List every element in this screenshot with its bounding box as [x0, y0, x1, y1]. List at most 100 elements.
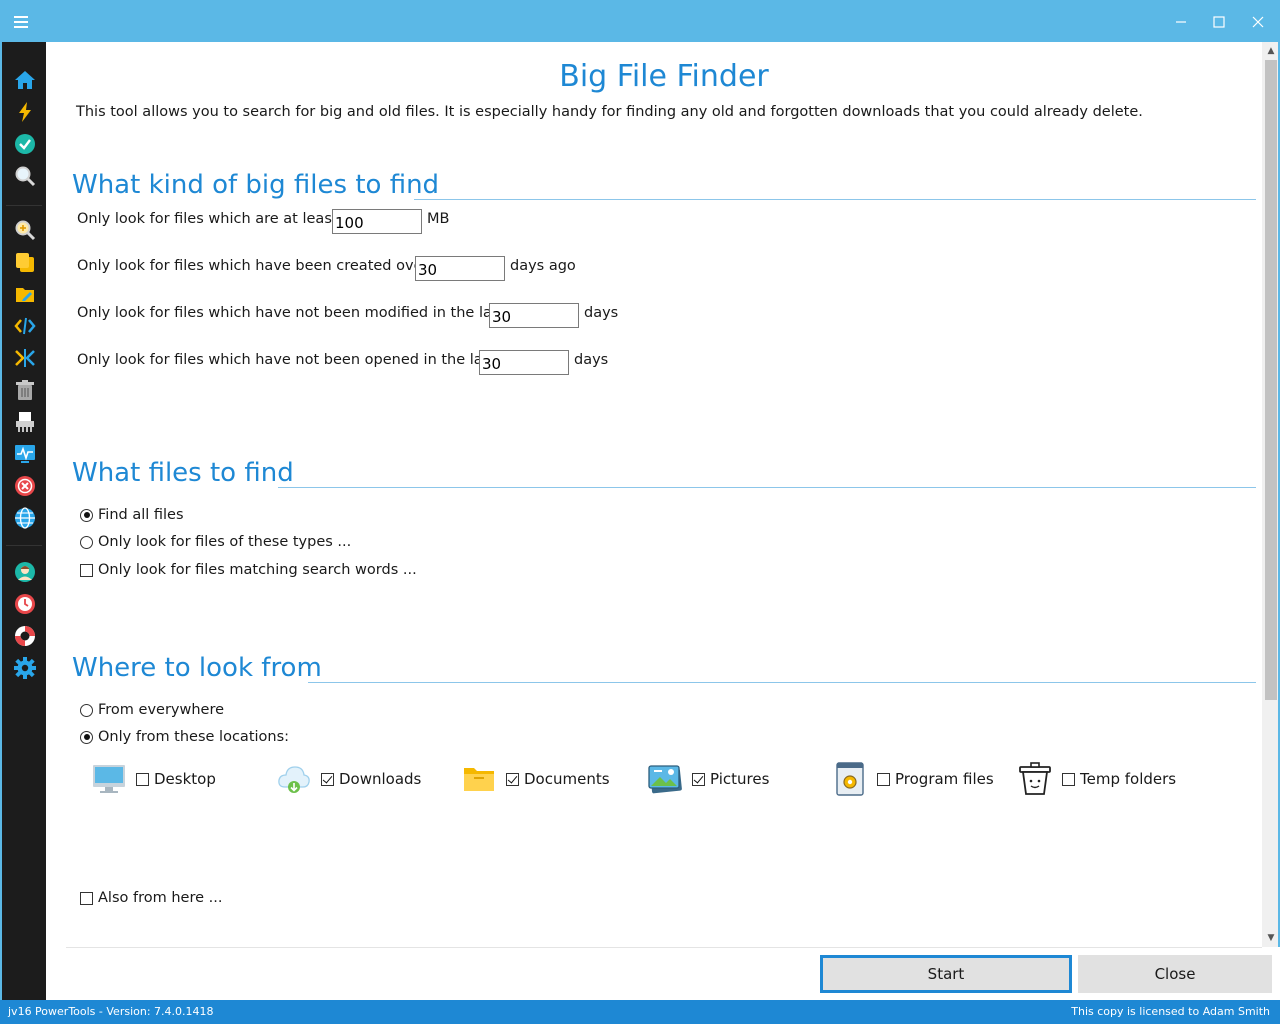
maximize-icon — [1213, 16, 1225, 28]
min-size-input[interactable] — [332, 209, 422, 234]
sidebar-divider — [6, 545, 42, 546]
option-label: Find all files — [98, 507, 184, 523]
location-documents[interactable]: Documents — [462, 762, 610, 796]
merge-arrows-icon[interactable] — [13, 346, 37, 370]
footer-divider — [66, 947, 1262, 948]
option-these-locations[interactable]: Only from these locations: — [80, 729, 289, 745]
trash-icon[interactable] — [13, 378, 37, 402]
opened-days-input[interactable] — [479, 350, 569, 375]
error-circle-icon[interactable] — [13, 474, 37, 498]
option-label: Only from these locations: — [98, 729, 290, 745]
section-divider — [414, 199, 1256, 200]
location-label: Documents — [524, 770, 610, 788]
checkbox-documents[interactable] — [506, 772, 519, 786]
modified-days-input[interactable] — [489, 303, 579, 328]
monitor-icon — [92, 762, 126, 796]
opened-label: Only look for files which have not been … — [77, 352, 496, 368]
vertical-scrollbar[interactable]: ▲ ▼ — [1262, 42, 1280, 947]
minimize-button[interactable] — [1165, 8, 1197, 36]
close-icon — [1252, 16, 1264, 28]
title-bar — [0, 0, 1280, 42]
scroll-down-icon[interactable]: ▼ — [1266, 933, 1276, 943]
program-files-icon — [833, 762, 867, 796]
clock-icon[interactable] — [13, 592, 37, 616]
lightning-icon[interactable] — [13, 100, 37, 124]
magnifier-plus-icon[interactable] — [13, 218, 37, 242]
close-button[interactable]: Close — [1078, 955, 1272, 993]
location-label: Program files — [895, 770, 994, 788]
copy-icon[interactable] — [13, 250, 37, 274]
hamburger-menu-icon[interactable] — [12, 13, 36, 31]
section-heading-what: What files to find — [72, 458, 294, 488]
location-label: Temp folders — [1080, 770, 1177, 788]
radio-everywhere[interactable] — [80, 703, 93, 717]
status-bar: jv16 PowerTools - Version: 7.4.0.1418 Th… — [0, 1000, 1280, 1024]
created-label: Only look for files which have been crea… — [77, 258, 429, 274]
search-icon[interactable] — [13, 164, 37, 188]
close-window-button[interactable] — [1242, 8, 1274, 36]
version-text: jv16 PowerTools - Version: 7.4.0.1418 — [8, 1005, 214, 1018]
sidebar — [0, 42, 46, 1000]
location-desktop[interactable]: Desktop — [92, 762, 216, 796]
scrollbar-thumb[interactable] — [1265, 60, 1277, 700]
size-label: Only look for files which are at least: — [77, 211, 343, 227]
radio-file-types[interactable] — [80, 535, 93, 549]
created-unit: days ago — [510, 258, 576, 274]
option-search-words[interactable]: Only look for files matching search word… — [80, 562, 417, 578]
intro-text: This tool allows you to search for big a… — [76, 104, 1143, 120]
radio-these-locations[interactable] — [80, 730, 93, 744]
option-file-types[interactable]: Only look for files of these types ... — [80, 534, 351, 550]
maximize-button[interactable] — [1203, 8, 1235, 36]
option-label: Also from here ... — [98, 890, 223, 906]
checkbox-pictures[interactable] — [692, 772, 705, 786]
location-downloads[interactable]: Downloads — [277, 762, 421, 796]
checkbox-downloads[interactable] — [321, 772, 334, 786]
lifebuoy-icon[interactable] — [13, 624, 37, 648]
check-circle-icon[interactable] — [13, 132, 37, 156]
shredder-icon[interactable] — [13, 410, 37, 434]
pictures-icon — [648, 762, 682, 796]
checkbox-program-files[interactable] — [877, 772, 890, 786]
section-heading-kind: What kind of big files to find — [72, 170, 440, 200]
option-label: Only look for files of these types ... — [98, 534, 352, 550]
checkbox-search-words[interactable] — [80, 563, 93, 577]
sidebar-divider — [6, 205, 42, 206]
size-unit: MB — [427, 211, 450, 227]
location-pictures[interactable]: Pictures — [648, 762, 769, 796]
option-label: From everywhere — [98, 702, 225, 718]
minimize-icon — [1176, 21, 1186, 23]
page-title: Big File Finder — [559, 59, 769, 94]
created-days-input[interactable] — [415, 256, 505, 281]
location-program-files[interactable]: Program files — [833, 762, 994, 796]
recycle-bin-icon — [1018, 762, 1052, 796]
section-heading-where: Where to look from — [72, 653, 322, 683]
modified-label: Only look for files which have not been … — [77, 305, 506, 321]
checkbox-also-from-here[interactable] — [80, 891, 93, 905]
globe-icon[interactable] — [13, 506, 37, 530]
modified-unit: days — [584, 305, 619, 321]
option-label: Only look for files matching search word… — [98, 562, 417, 578]
location-label: Desktop — [154, 770, 216, 788]
user-avatar-icon[interactable] — [13, 560, 37, 584]
checkbox-temp-folders[interactable] — [1062, 772, 1075, 786]
start-button[interactable]: Start — [820, 955, 1072, 993]
location-label: Pictures — [710, 770, 770, 788]
license-text: This copy is licensed to Adam Smith — [1071, 1005, 1270, 1018]
main-content: Big File Finder This tool allows you to … — [46, 42, 1264, 947]
location-temp-folders[interactable]: Temp folders — [1018, 762, 1176, 796]
code-arrows-icon[interactable] — [13, 314, 37, 338]
section-divider — [308, 682, 1256, 683]
radio-find-all[interactable] — [80, 508, 93, 522]
option-everywhere[interactable]: From everywhere — [80, 702, 224, 718]
option-find-all[interactable]: Find all files — [80, 507, 184, 523]
gear-icon[interactable] — [13, 656, 37, 680]
folder-edit-icon[interactable] — [13, 282, 37, 306]
option-also-from-here[interactable]: Also from here ... — [80, 890, 222, 906]
monitor-graph-icon[interactable] — [13, 442, 37, 466]
home-icon[interactable] — [13, 68, 37, 92]
cloud-download-icon — [277, 762, 311, 796]
scroll-up-icon[interactable]: ▲ — [1266, 46, 1276, 56]
opened-unit: days — [574, 352, 609, 368]
checkbox-desktop[interactable] — [136, 772, 149, 786]
section-divider — [278, 487, 1256, 488]
